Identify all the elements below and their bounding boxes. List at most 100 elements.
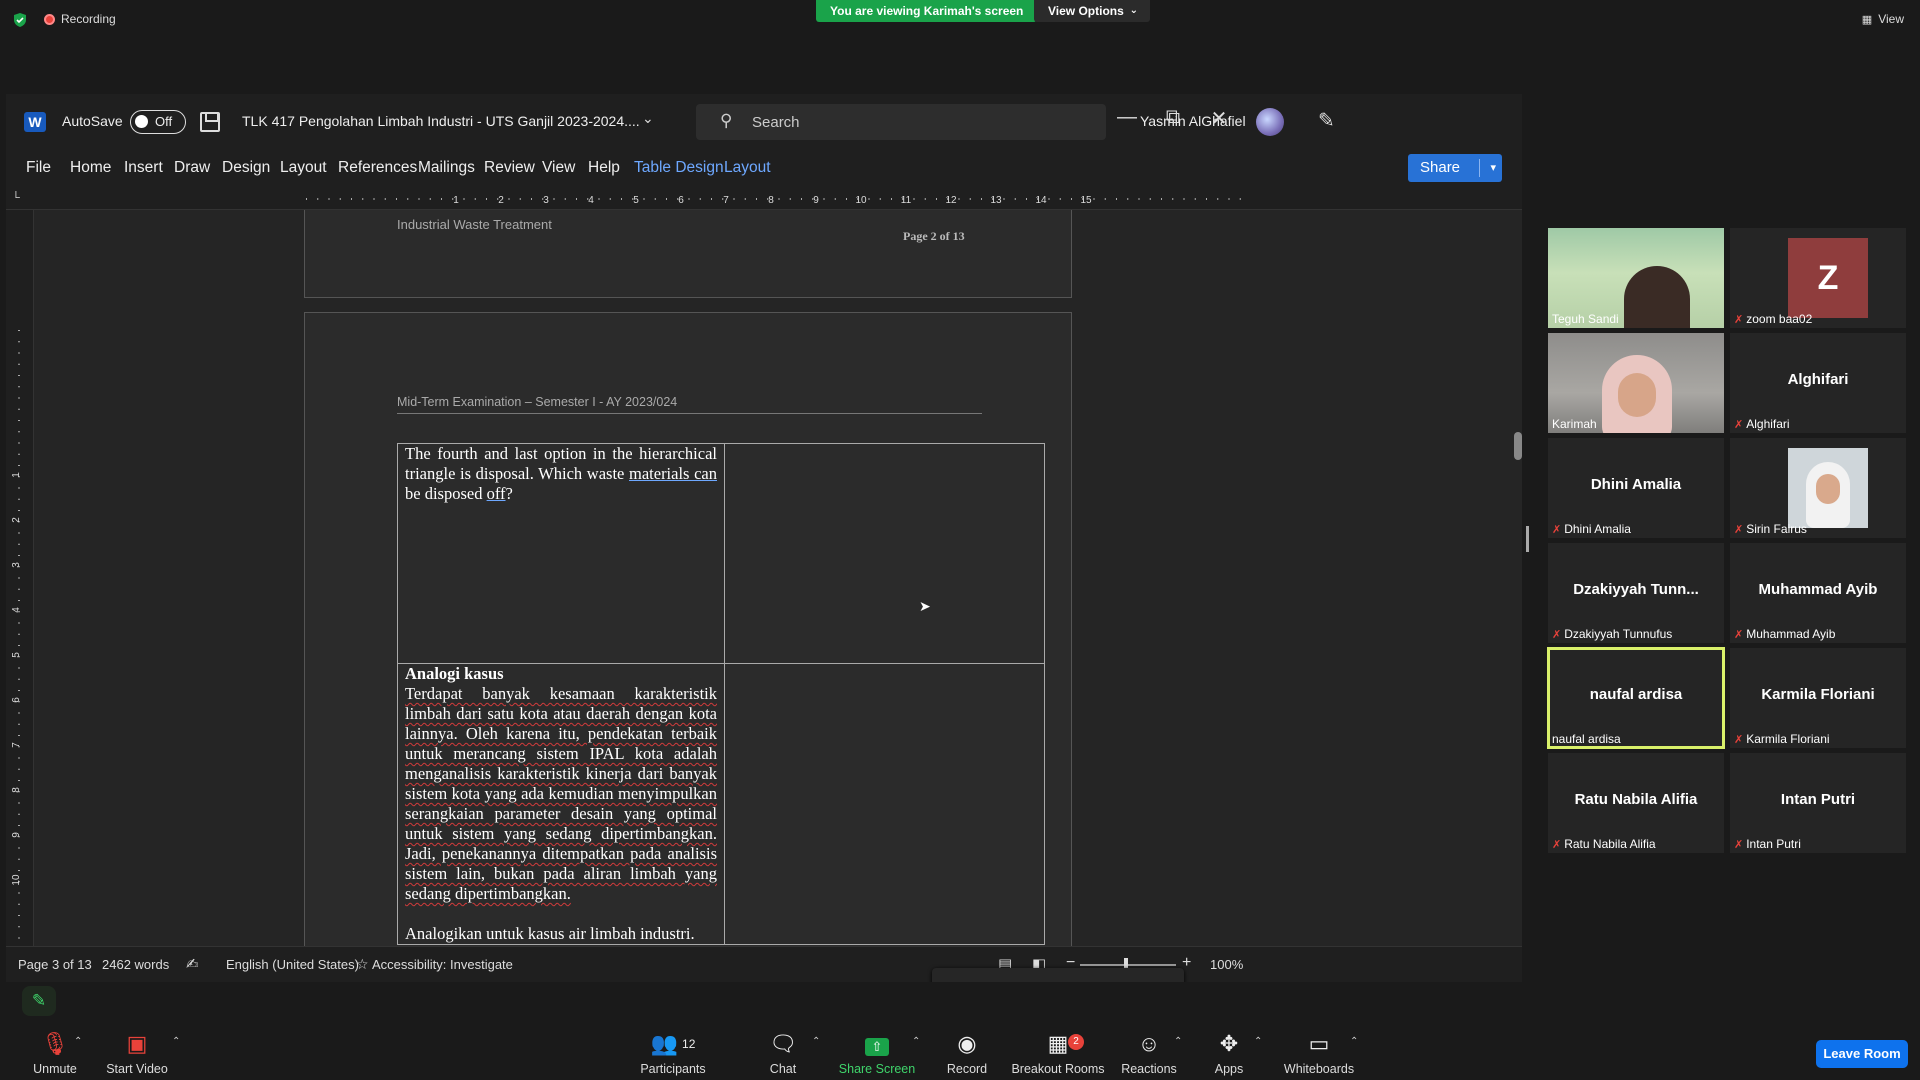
tab-file[interactable]: File xyxy=(26,159,51,177)
participant-name: Alghifari xyxy=(1787,371,1849,388)
page-2[interactable]: Industrial Waste Treatment Page 2 of 13 xyxy=(304,210,1072,298)
participant-tile[interactable]: Alghifari ✗ Alghifari xyxy=(1730,333,1906,433)
ruler-tick xyxy=(18,915,20,916)
participant-tile[interactable]: Dzakiyyah Tunn... ✗ Dzakiyyah Tunnufus xyxy=(1548,543,1724,643)
horizontal-ruler[interactable]: └ 1 2 3 4 5 6 7 8 9 10 11 12 13 14 15 xyxy=(6,188,1522,210)
autosave-toggle[interactable]: Off xyxy=(130,110,186,134)
accessibility-status[interactable]: Accessibility: Investigate xyxy=(372,957,513,972)
tab-home[interactable]: Home xyxy=(70,159,111,177)
participant-tile[interactable]: Muhammad Ayib ✗ Muhammad Ayib xyxy=(1730,543,1906,643)
chevron-up-icon[interactable]: ⌃ xyxy=(1350,1036,1358,1047)
participant-tile[interactable]: Z ✗ zoom baa02 xyxy=(1730,228,1906,328)
question-cell[interactable]: Analogi kasus Terdapat banyak kesamaan k… xyxy=(397,663,725,945)
ruler-tick xyxy=(317,198,319,200)
chevron-down-icon[interactable]: ▾ xyxy=(1490,154,1496,182)
participant-tile[interactable]: Karimah xyxy=(1548,333,1724,433)
search-icon: ⚲ xyxy=(720,111,733,130)
ruler-tick xyxy=(18,870,20,871)
ruler-tick xyxy=(18,645,20,646)
ruler-tick xyxy=(1239,198,1241,200)
participant-tile[interactable]: Karmila Floriani ✗ Karmila Floriani xyxy=(1730,648,1906,748)
vertical-ruler-ticks: 1 2 3 4 5 6 7 8 9 10 xyxy=(11,330,22,939)
answer-cell[interactable] xyxy=(724,663,1045,945)
view-options-label: View Options xyxy=(1048,4,1124,18)
zoom-level[interactable]: 100% xyxy=(1210,957,1243,972)
tab-mailings[interactable]: Mailings xyxy=(418,159,475,177)
participant-tile[interactable]: Intan Putri ✗ Intan Putri xyxy=(1730,753,1906,853)
ruler-tick xyxy=(18,408,20,410)
tab-insert[interactable]: Insert xyxy=(124,159,163,177)
language-indicator[interactable]: English (United States) xyxy=(226,957,359,972)
tab-layout[interactable]: Layout xyxy=(280,159,327,177)
word-count[interactable]: 2462 words xyxy=(102,957,169,972)
question-cell[interactable]: The fourth and last option in the hierar… xyxy=(397,443,725,664)
proofing-icon[interactable]: ✍ xyxy=(186,955,199,973)
pen-icon[interactable]: ✎ xyxy=(1318,108,1335,133)
vertical-ruler[interactable]: 1 2 3 4 5 6 7 8 9 10 xyxy=(6,210,34,946)
share-divider xyxy=(1479,159,1480,177)
view-options-button[interactable]: View Options ⌄ xyxy=(1034,0,1150,22)
annotate-pen-icon[interactable]: ✎ xyxy=(22,986,56,1016)
mic-off-icon: ✗ xyxy=(1734,628,1744,641)
tab-design[interactable]: Design xyxy=(222,159,270,177)
table-row: The fourth and last option in the hierar… xyxy=(397,443,1045,664)
ruler-tick xyxy=(18,735,20,736)
participant-tile[interactable]: Ratu Nabila Alifia ✗ Ratu Nabila Alifia xyxy=(1548,753,1724,853)
ruler-tick xyxy=(486,198,487,200)
share-button[interactable]: Share ▾ xyxy=(1408,154,1502,182)
chevron-up-icon[interactable]: ⌃ xyxy=(1254,1036,1262,1047)
ruler-tick xyxy=(384,198,386,200)
ruler-tick xyxy=(474,198,476,200)
gallery-resize-handle[interactable] xyxy=(1526,526,1529,552)
page-indicator[interactable]: Page 3 of 13 xyxy=(18,957,92,972)
ruler-number: 1 xyxy=(11,472,22,478)
view-button[interactable]: ▦ View xyxy=(1862,12,1904,26)
leave-room-button[interactable]: Leave Room xyxy=(1816,1040,1908,1068)
ruler-tick xyxy=(18,498,20,500)
tab-review[interactable]: Review xyxy=(484,159,535,177)
tab-table-layout[interactable]: Layout xyxy=(724,159,771,177)
avatar[interactable] xyxy=(1256,108,1284,136)
grid-icon: ▦ xyxy=(1861,13,1873,26)
ruler-tick xyxy=(18,757,20,759)
ruler-tick xyxy=(1228,198,1230,200)
ruler-number: 14 xyxy=(1035,195,1047,204)
chevron-up-icon[interactable]: ⌃ xyxy=(812,1036,820,1047)
chevron-up-icon[interactable]: ⌃ xyxy=(172,1036,180,1047)
document-canvas[interactable]: Industrial Waste Treatment Page 2 of 13 … xyxy=(34,210,1522,946)
tab-draw[interactable]: Draw xyxy=(174,159,210,177)
shield-icon xyxy=(14,13,26,27)
participant-label-text: Teguh Sandi xyxy=(1552,312,1619,326)
participant-label-text: Muhammad Ayib xyxy=(1746,627,1836,641)
tab-stop-icon[interactable]: └ xyxy=(12,192,20,204)
viewing-screen-banner: You are viewing Karimah's screen xyxy=(816,0,1038,22)
tab-table-design[interactable]: Table Design xyxy=(634,159,724,177)
document-title[interactable]: TLK 417 Pengolahan Limbah Industri - UTS… xyxy=(242,113,640,129)
ruler-tick xyxy=(1217,198,1219,200)
tab-references[interactable]: References xyxy=(338,159,417,177)
save-icon[interactable] xyxy=(200,112,220,132)
ruler-number: 7 xyxy=(11,742,22,748)
participant-tile[interactable]: ✗ Sirin Fairus xyxy=(1730,438,1906,538)
ruler-number: 2 xyxy=(498,195,504,204)
recording-indicator[interactable]: Recording xyxy=(44,12,116,26)
chevron-down-icon[interactable]: ⌄ xyxy=(642,110,654,127)
page-3[interactable]: Mid-Term Examination – Semester I - AY 2… xyxy=(304,312,1072,946)
participant-tile[interactable]: Teguh Sandi xyxy=(1548,228,1724,328)
search-input[interactable]: ⚲ Search xyxy=(696,104,1106,140)
answer-cell[interactable] xyxy=(724,443,1045,664)
participants-button[interactable]: 👥 12 Participants xyxy=(618,1030,728,1076)
ruler-tick xyxy=(823,198,825,200)
tab-view[interactable]: View xyxy=(542,159,575,177)
participant-tile[interactable]: naufal ardisa naufal ardisa xyxy=(1547,647,1725,749)
restore-icon[interactable]: ⧉ xyxy=(1158,106,1188,129)
question-table[interactable]: The fourth and last option in the hierar… xyxy=(397,443,1045,945)
tab-help[interactable]: Help xyxy=(588,159,620,177)
close-icon[interactable]: ✕ xyxy=(1204,106,1234,131)
minimize-icon[interactable]: — xyxy=(1112,106,1142,129)
participant-tile[interactable]: Dhini Amalia ✗ Dhini Amalia xyxy=(1548,438,1724,538)
ruler-tick xyxy=(429,198,431,200)
zoom-slider[interactable] xyxy=(1080,958,1176,972)
ruler-tick xyxy=(1127,198,1129,200)
vertical-scrollbar[interactable] xyxy=(1514,432,1522,460)
